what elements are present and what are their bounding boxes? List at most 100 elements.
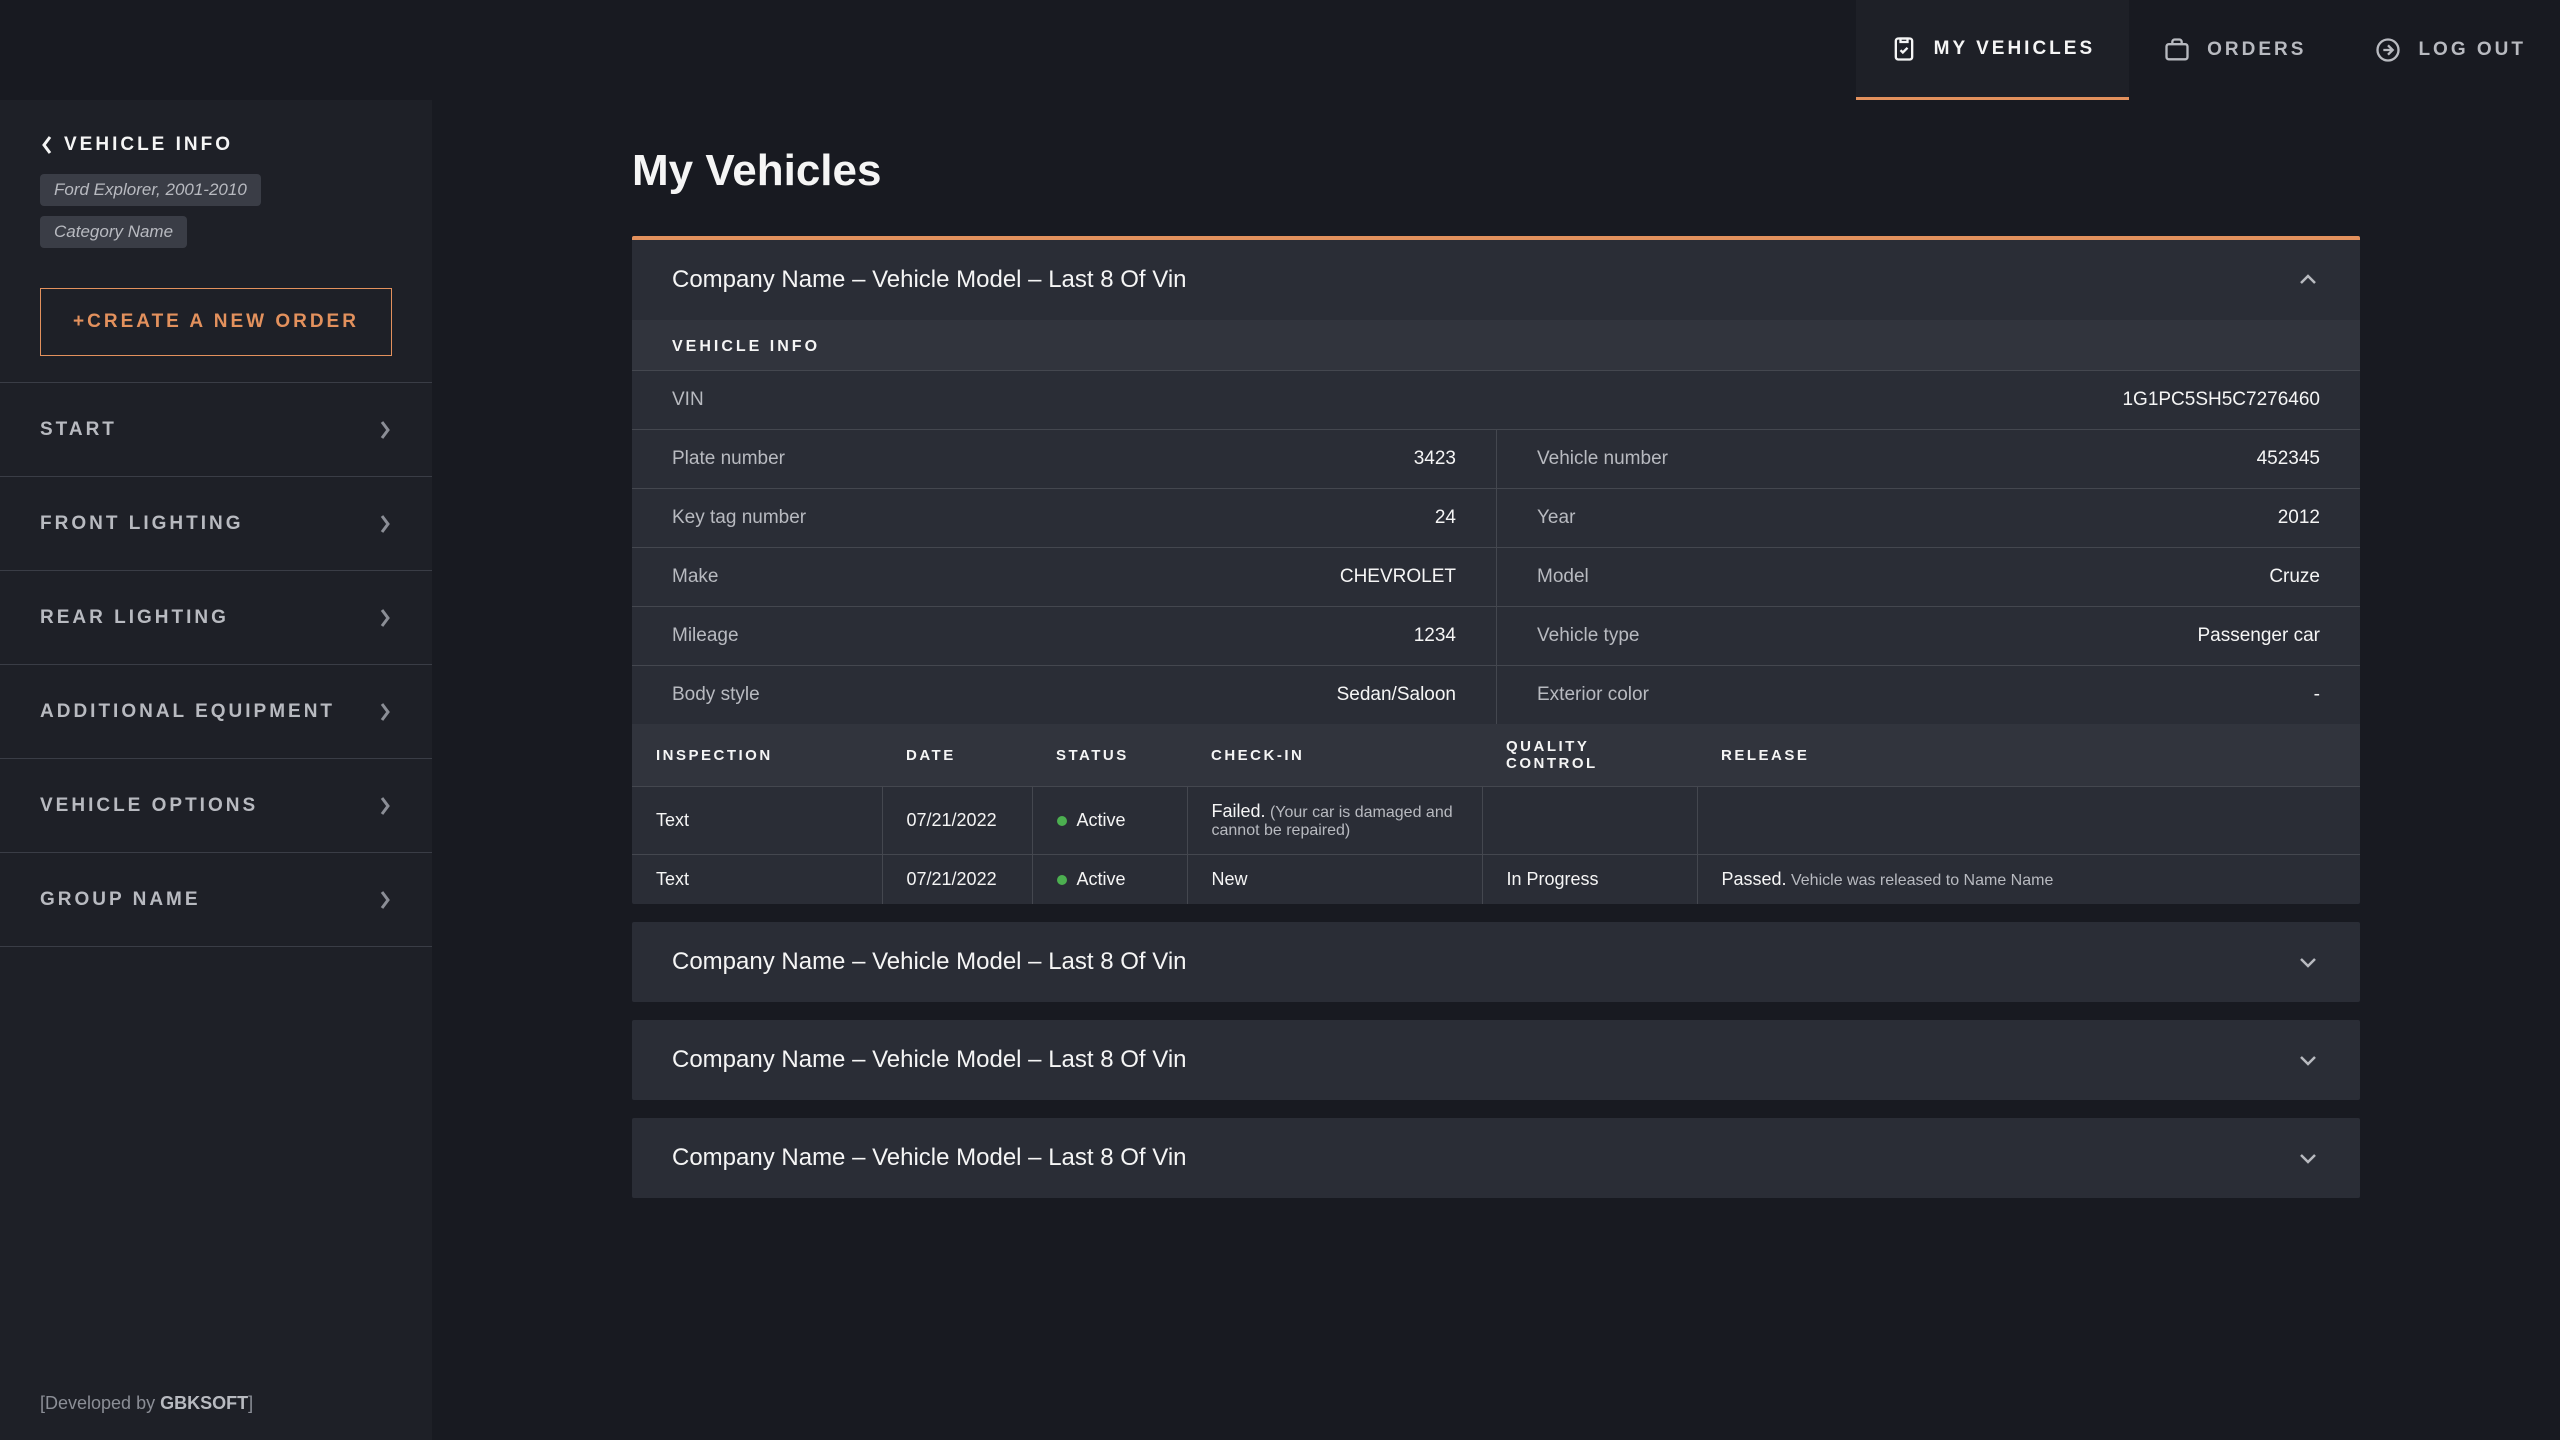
accordion-header[interactable]: Company Name – Vehicle Model – Last 8 Of… (632, 240, 2360, 320)
accordion-item-collapsed: Company Name – Vehicle Model – Last 8 Of… (632, 922, 2360, 1002)
page-title: My Vehicles (632, 146, 2360, 196)
accordion-title: Company Name – Vehicle Model – Last 8 Of… (672, 1046, 1187, 1074)
info-row: Key tag number24 Year2012 (632, 488, 2360, 547)
chevron-up-icon (2296, 268, 2320, 292)
accordion-header[interactable]: Company Name – Vehicle Model – Last 8 Of… (632, 1020, 2360, 1100)
accordion-header[interactable]: Company Name – Vehicle Model – Last 8 Of… (632, 1118, 2360, 1198)
sidebar-item-group-name[interactable]: GROUP NAME (0, 853, 432, 947)
chevron-down-icon (2296, 1146, 2320, 1170)
info-label: Year (1537, 507, 1575, 529)
info-label: Exterior color (1537, 684, 1649, 706)
cell-qc: In Progress (1482, 855, 1697, 905)
info-row-vin: VIN1G1PC5SH5C7276460 (632, 370, 2360, 429)
vehicles-accordion: Company Name – Vehicle Model – Last 8 Of… (632, 236, 2360, 1198)
info-row: Make CHEVROLET Model Cruze (632, 547, 2360, 606)
accordion-item-expanded: Company Name – Vehicle Model – Last 8 Of… (632, 236, 2360, 904)
chevron-right-icon (378, 702, 392, 722)
info-value: 2012 (2278, 507, 2320, 529)
info-label: Body style (672, 684, 760, 706)
cell-release: Passed. Vehicle was released to Name Nam… (1697, 855, 2360, 905)
info-value: Sedan/Saloon (1337, 684, 1456, 706)
cell-check-in: New (1187, 855, 1482, 905)
th-date: DATE (882, 724, 1032, 787)
info-label: Vehicle type (1537, 625, 1639, 647)
status-dot-icon (1057, 816, 1067, 826)
sidebar-item-label: START (40, 419, 117, 441)
chevron-left-icon (40, 135, 54, 155)
info-value: 24 (1435, 507, 1456, 529)
status-dot-icon (1057, 875, 1067, 885)
accordion-title: Company Name – Vehicle Model – Last 8 Of… (672, 1144, 1187, 1172)
sidebar-item-label: FRONT LIGHTING (40, 513, 243, 535)
accordion-title: Company Name – Vehicle Model – Last 8 Of… (672, 266, 1187, 294)
info-row: Plate number3423 Vehicle number452345 (632, 429, 2360, 488)
cell-release (1697, 787, 2360, 855)
main-content: My Vehicles Company Name – Vehicle Model… (432, 100, 2560, 1440)
info-value: 1234 (1414, 625, 1456, 647)
status-text: Active (1077, 869, 1126, 889)
info-value: - (2314, 684, 2320, 706)
back-vehicle-info[interactable]: VEHICLE INFO (40, 134, 392, 156)
cell-date: 07/21/2022 (882, 787, 1032, 855)
nav-my-vehicles-label: MY VEHICLES (1934, 38, 2095, 60)
sidebar-items: START FRONT LIGHTING REAR LIGHTING ADDIT… (0, 382, 432, 1367)
check-status: Failed. (1212, 801, 1266, 821)
vin-label: VIN (672, 389, 704, 411)
footer-bold: GBKSOFT (160, 1393, 248, 1413)
cell-check-in: Failed. (Your car is damaged and cannot … (1187, 787, 1482, 855)
release-note: Vehicle was released to Name Name (1787, 872, 2054, 889)
table-row: Text 07/21/2022 Active Failed. (Your car… (632, 787, 2360, 855)
status-text: Active (1077, 810, 1126, 830)
chevron-down-icon (2296, 950, 2320, 974)
th-quality-control: QUALITY CONTROL (1482, 724, 1697, 787)
info-label: Mileage (672, 625, 739, 647)
nav-orders[interactable]: ORDERS (2129, 0, 2340, 100)
th-release: RELEASE (1697, 724, 2360, 787)
sidebar-item-additional-equipment[interactable]: ADDITIONAL EQUIPMENT (0, 665, 432, 759)
sidebar-item-rear-lighting[interactable]: REAR LIGHTING (0, 571, 432, 665)
info-value: 452345 (2257, 448, 2320, 470)
accordion-item-collapsed: Company Name – Vehicle Model – Last 8 Of… (632, 1020, 2360, 1100)
sidebar-item-vehicle-options[interactable]: VEHICLE OPTIONS (0, 759, 432, 853)
chip-vehicle: Ford Explorer, 2001-2010 (40, 174, 261, 206)
cell-inspection: Text (632, 787, 882, 855)
info-label: Plate number (672, 448, 785, 470)
nav-logout[interactable]: LOG OUT (2340, 0, 2560, 100)
info-label: Make (672, 566, 718, 588)
sidebar-item-front-lighting[interactable]: FRONT LIGHTING (0, 477, 432, 571)
accordion-item-collapsed: Company Name – Vehicle Model – Last 8 Of… (632, 1118, 2360, 1198)
info-value: CHEVROLET (1340, 566, 1456, 588)
info-value: Cruze (2269, 566, 2320, 588)
accordion-header[interactable]: Company Name – Vehicle Model – Last 8 Of… (632, 922, 2360, 1002)
info-row: Body style Sedan/Saloon Exterior color - (632, 665, 2360, 724)
cell-status: Active (1032, 787, 1187, 855)
section-vehicle-info-label: VEHICLE INFO (632, 320, 2360, 370)
chevron-right-icon (378, 796, 392, 816)
chevron-right-icon (378, 420, 392, 440)
top-nav: MY VEHICLES ORDERS LOG OUT (0, 0, 2560, 100)
th-status: STATUS (1032, 724, 1187, 787)
check-status: New (1212, 869, 1248, 889)
chevron-right-icon (378, 890, 392, 910)
sidebar-item-start[interactable]: START (0, 383, 432, 477)
sidebar-item-label: REAR LIGHTING (40, 607, 229, 629)
cell-qc (1482, 787, 1697, 855)
nav-my-vehicles[interactable]: MY VEHICLES (1856, 0, 2129, 100)
sidebar: VEHICLE INFO Ford Explorer, 2001-2010 Ca… (0, 100, 432, 1440)
create-new-order-button[interactable]: +CREATE A NEW ORDER (40, 288, 392, 356)
footer-pre: [Developed by (40, 1393, 160, 1413)
chevron-right-icon (378, 514, 392, 534)
th-inspection: INSPECTION (632, 724, 882, 787)
info-label: Model (1537, 566, 1589, 588)
cell-date: 07/21/2022 (882, 855, 1032, 905)
info-label: Vehicle number (1537, 448, 1668, 470)
info-value: Passenger car (2197, 625, 2320, 647)
accordion-title: Company Name – Vehicle Model – Last 8 Of… (672, 948, 1187, 976)
table-row: Text 07/21/2022 Active New In Progress P… (632, 855, 2360, 905)
cell-inspection: Text (632, 855, 882, 905)
sidebar-item-label: GROUP NAME (40, 889, 201, 911)
chevron-down-icon (2296, 1048, 2320, 1072)
release-status: Passed. (1722, 869, 1787, 889)
info-row: Mileage 1234 Vehicle type Passenger car (632, 606, 2360, 665)
briefcase-icon (2163, 36, 2191, 64)
